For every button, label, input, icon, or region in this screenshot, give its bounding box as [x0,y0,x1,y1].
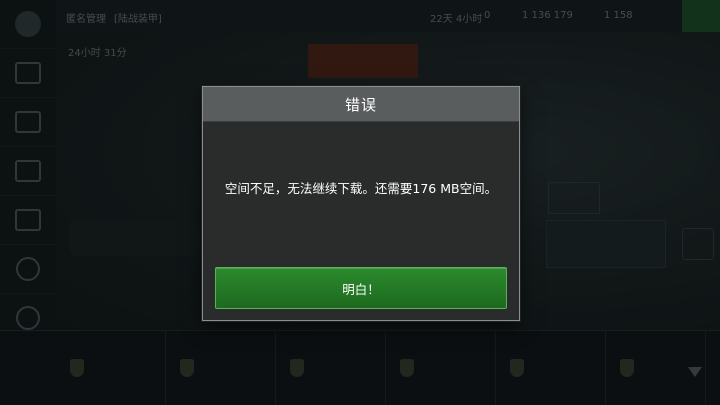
dialog-message: 空间不足，无法继续下载。还需要176 MB空间。 [224,181,498,196]
error-dialog: 错误 空间不足，无法继续下载。还需要176 MB空间。 明白！ [202,86,520,321]
dialog-title: 错误 [203,87,519,122]
dialog-body: 空间不足，无法继续下载。还需要176 MB空间。 明白！ [203,122,519,320]
ok-button[interactable]: 明白！ [215,267,507,309]
